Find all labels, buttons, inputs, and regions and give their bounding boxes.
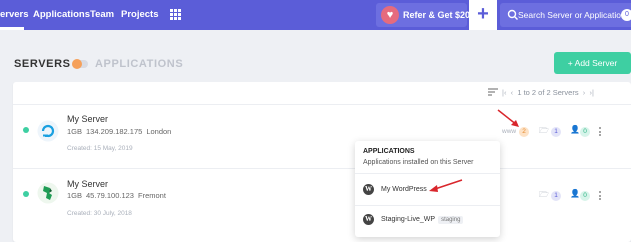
toggle-knob bbox=[72, 59, 82, 69]
pagination-text: 1 to 2 of 2 Servers bbox=[517, 88, 579, 97]
add-button[interactable]: + bbox=[469, 0, 497, 30]
nav-applications[interactable]: Applications bbox=[33, 9, 90, 20]
folder-icon: 🗁 bbox=[539, 126, 549, 135]
annotation-arrow bbox=[429, 179, 463, 192]
dropdown-divider bbox=[355, 205, 500, 206]
wordpress-icon: W bbox=[363, 184, 374, 195]
view-toggle[interactable] bbox=[72, 59, 88, 69]
staging-tag: staging bbox=[438, 216, 464, 224]
more-options-icon[interactable] bbox=[599, 191, 601, 202]
sort-icon[interactable] bbox=[488, 88, 498, 96]
applications-heading[interactable]: APPLICATIONS bbox=[95, 58, 183, 70]
server-name[interactable]: My Server bbox=[67, 179, 108, 189]
server-info: 1GB 134.209.182.175 London bbox=[67, 127, 172, 136]
nav-active-indicator bbox=[0, 27, 24, 30]
nav-servers[interactable]: ervers bbox=[0, 9, 29, 20]
last-page-icon[interactable]: ›| bbox=[589, 88, 593, 97]
more-options-icon[interactable] bbox=[599, 127, 601, 138]
top-nav: ervers Applications Team Projects ♥ Refe… bbox=[0, 0, 631, 30]
search-count-badge: 0 bbox=[621, 9, 631, 21]
app-item-staging[interactable]: Staging-Live_WP staging bbox=[381, 216, 464, 224]
next-page-icon[interactable]: › bbox=[581, 88, 588, 97]
server-created: Created: 15 May, 2019 bbox=[67, 145, 133, 152]
dropdown-subtitle: Applications installed on this Server bbox=[363, 159, 474, 166]
dropdown-title: APPLICATIONS bbox=[363, 148, 415, 155]
servers-heading[interactable]: SERVERS bbox=[14, 58, 71, 70]
card-divider bbox=[13, 104, 631, 105]
user-icon: 👤 bbox=[570, 189, 580, 198]
app-item-my-wordpress[interactable]: My WordPress bbox=[381, 186, 427, 193]
dropdown-divider bbox=[355, 173, 500, 174]
row-divider bbox=[13, 168, 631, 169]
annotation-arrow bbox=[497, 109, 519, 127]
nav-projects[interactable]: Projects bbox=[121, 9, 159, 20]
user-count-badge[interactable]: 0 bbox=[580, 127, 590, 137]
server-name[interactable]: My Server bbox=[67, 114, 108, 124]
folder-icon: 🗁 bbox=[539, 190, 549, 199]
refer-button[interactable]: ♥ Refer & Get $20 bbox=[376, 3, 471, 27]
refer-label: Refer & Get $20 bbox=[403, 10, 471, 20]
wordpress-icon: W bbox=[363, 214, 374, 225]
servers-card bbox=[13, 82, 631, 242]
nav-team[interactable]: Team bbox=[90, 9, 114, 20]
digitalocean-icon bbox=[37, 120, 59, 142]
search-input[interactable]: Search Server or Application 0 bbox=[500, 3, 631, 27]
linode-icon bbox=[37, 182, 59, 204]
add-server-button[interactable]: + Add Server bbox=[554, 52, 631, 74]
status-dot bbox=[23, 127, 29, 133]
folder-count-badge[interactable]: 1 bbox=[551, 127, 561, 137]
user-icon: 👤 bbox=[570, 125, 580, 134]
search-placeholder: Search Server or Application bbox=[518, 10, 626, 20]
server-created: Created: 30 July, 2018 bbox=[67, 210, 132, 217]
user-count-badge[interactable]: 0 bbox=[580, 191, 590, 201]
status-dot bbox=[23, 191, 29, 197]
prev-page-icon[interactable]: ‹ bbox=[509, 88, 516, 97]
folder-count-badge[interactable]: 1 bbox=[551, 191, 561, 201]
server-info: 1GB 45.79.100.123 Fremont bbox=[67, 191, 166, 200]
pagination: |‹ ‹ 1 to 2 of 2 Servers › ›| bbox=[502, 88, 594, 97]
first-page-icon[interactable]: |‹ bbox=[502, 88, 506, 97]
apps-grid-icon[interactable] bbox=[170, 9, 181, 20]
heart-icon: ♥ bbox=[381, 6, 399, 24]
